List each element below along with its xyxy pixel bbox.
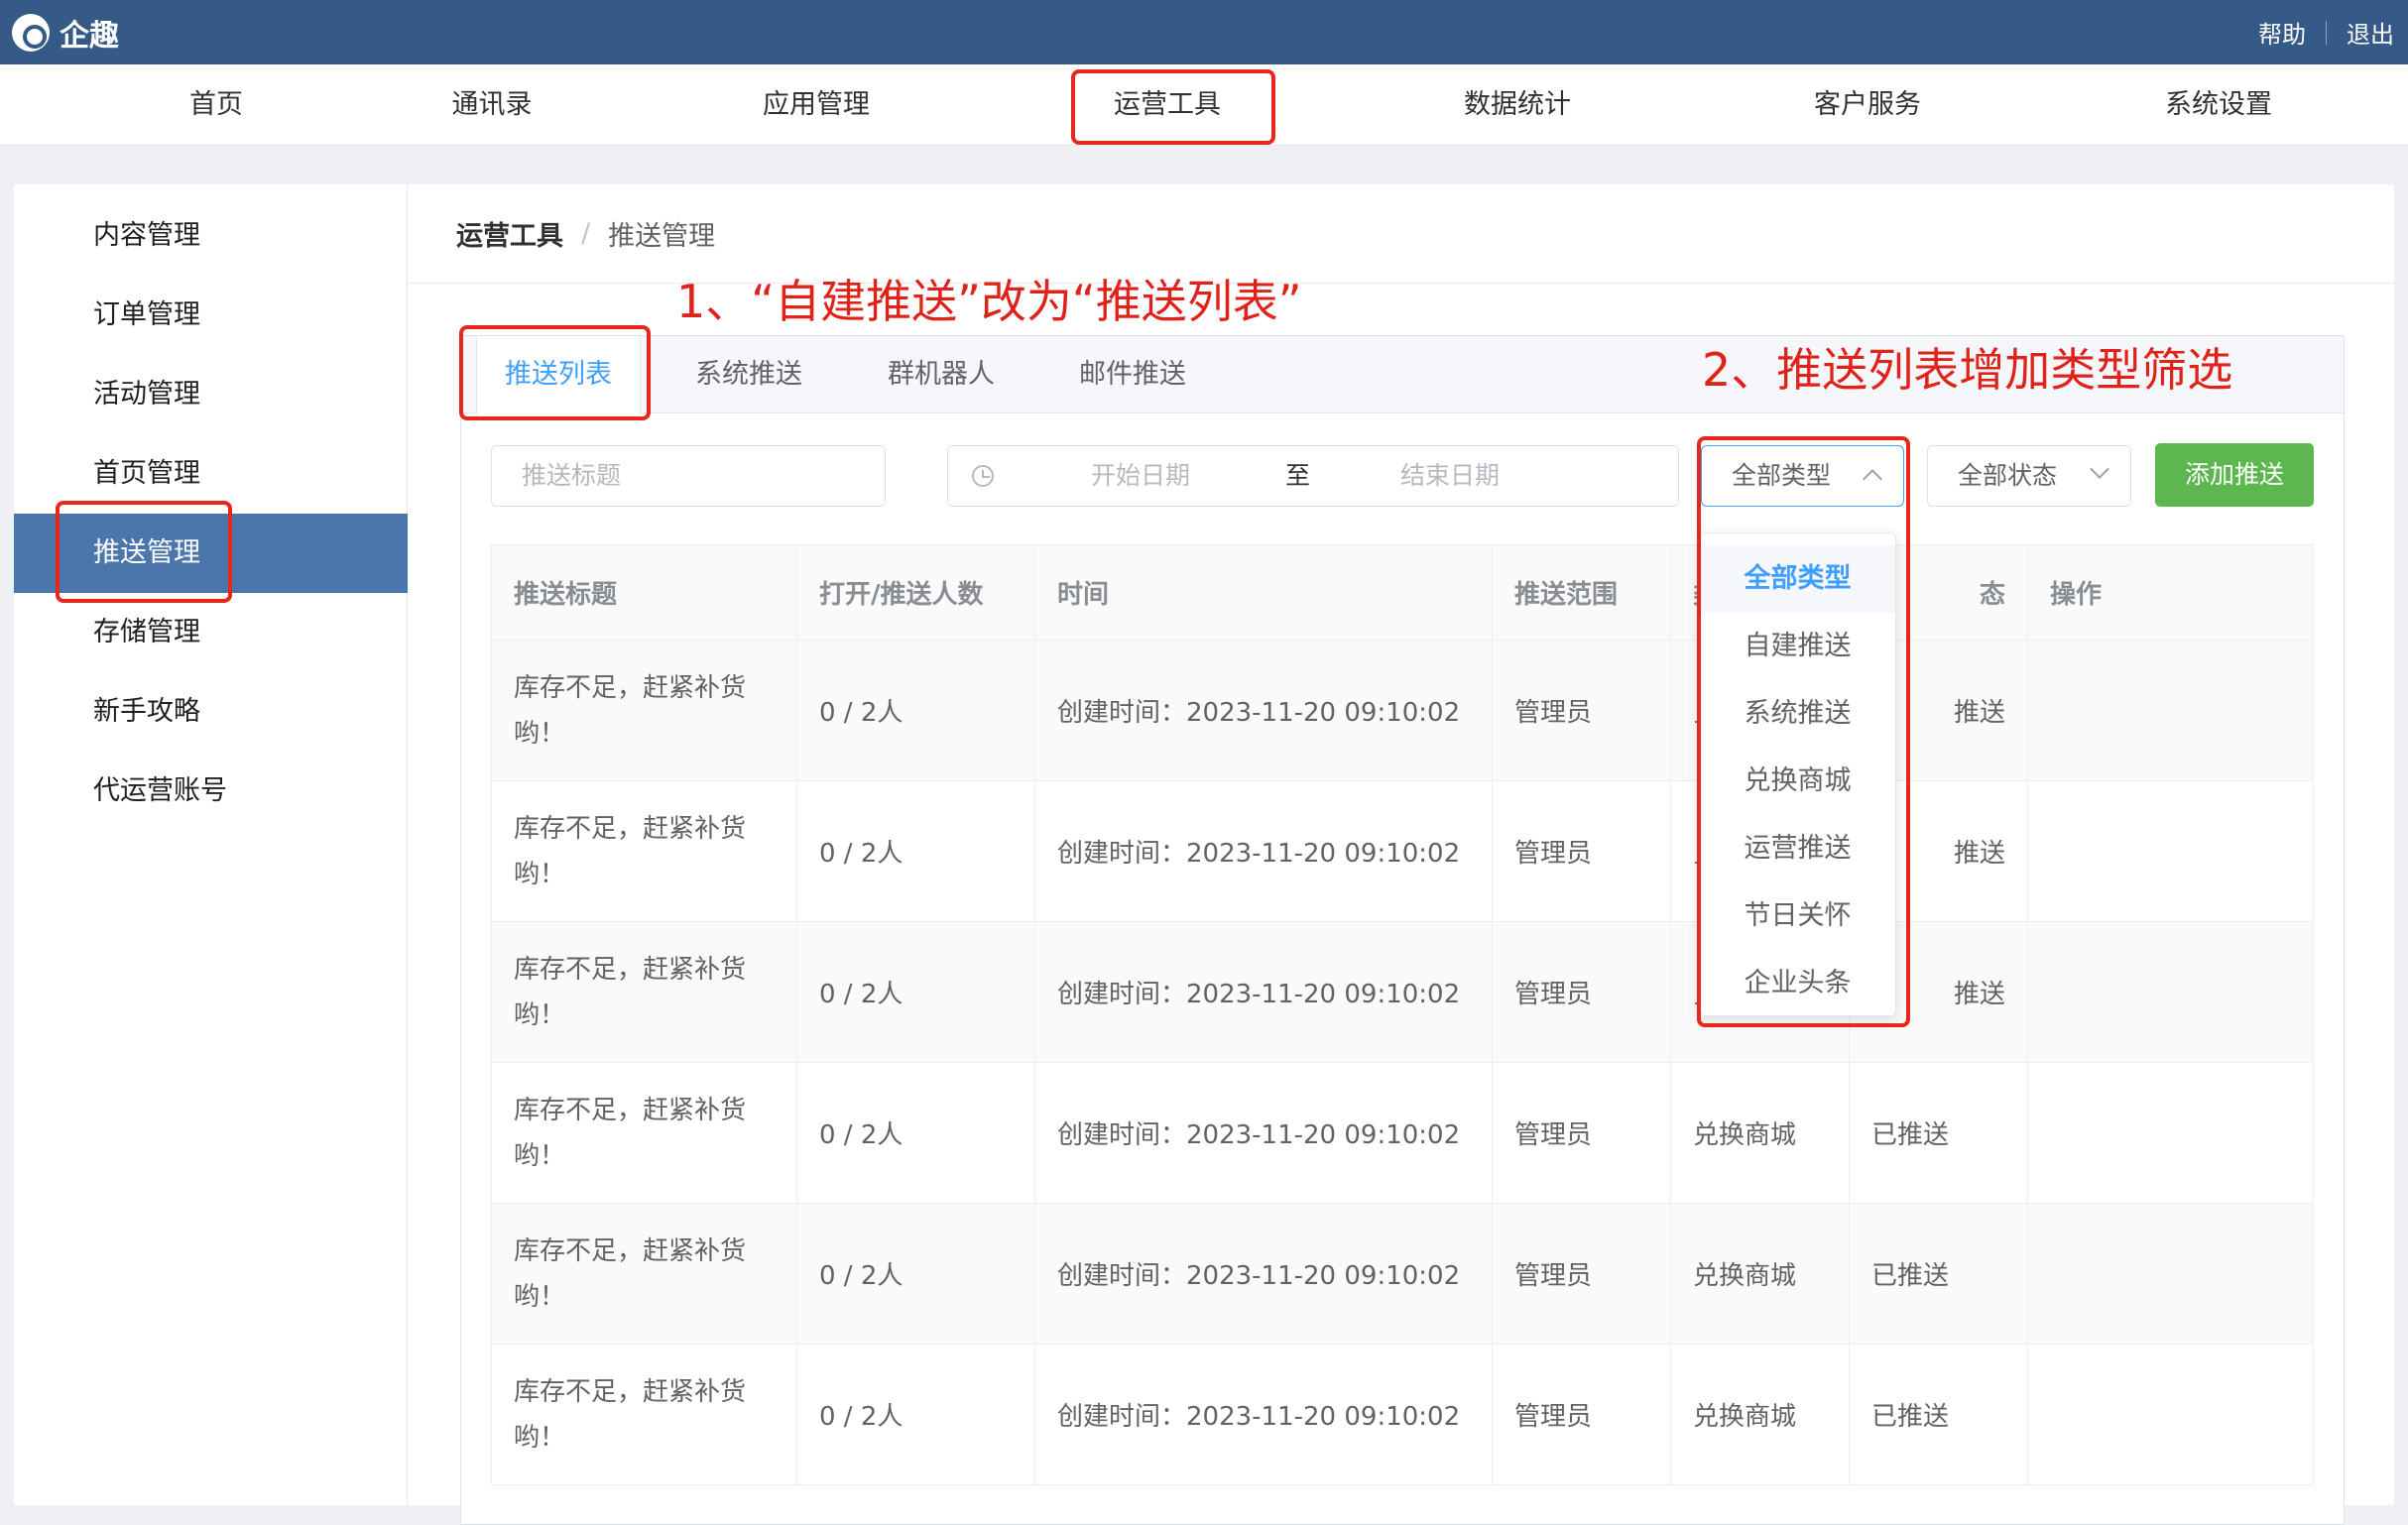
column-header-time: 时间 bbox=[1035, 545, 1493, 640]
cell-time: 创建时间：2023-11-20 09:10:02 bbox=[1035, 1063, 1493, 1203]
chevron-down-icon bbox=[2090, 459, 2109, 479]
nav-system-settings[interactable]: 系统设置 bbox=[2165, 64, 2272, 146]
cell-time: 创建时间：2023-11-20 09:10:02 bbox=[1035, 641, 1493, 780]
status-select[interactable]: 全部状态 bbox=[1927, 445, 2131, 507]
breadcrumb-current: 推送管理 bbox=[608, 221, 716, 252]
cell-title: 库存不足，赶紧补货哟！ bbox=[492, 641, 797, 780]
table-header: 推送标题 打开/推送人数 时间 推送范围 类 态 操作 bbox=[492, 545, 2314, 641]
status-select-value: 全部状态 bbox=[1958, 461, 2058, 490]
cell-status: 已推送 bbox=[1850, 1063, 2028, 1203]
push-title-placeholder: 推送标题 bbox=[522, 461, 622, 490]
cell-actions[interactable] bbox=[2028, 1063, 2314, 1203]
table-row: 库存不足，赶紧补货哟！ 0 / 2人 创建时间：2023-11-20 09:10:0… bbox=[492, 1063, 2314, 1204]
annotation-box-type-filter bbox=[1697, 436, 1910, 1027]
cell-time: 创建时间：2023-11-20 09:10:02 bbox=[1035, 1345, 1493, 1484]
table-row: 库存不足，赶紧补货哟！ 0 / 2人 创建时间：2023-11-20 09:10:0… bbox=[492, 922, 2314, 1063]
cell-title: 库存不足，赶紧补货哟！ bbox=[492, 1345, 797, 1484]
cell-type: 兑换商城 bbox=[1671, 1063, 1850, 1203]
top-links: 帮助 退出 bbox=[2258, 0, 2394, 64]
cell-scope: 管理员 bbox=[1493, 1345, 1671, 1484]
cell-title: 库存不足，赶紧补货哟！ bbox=[492, 1063, 797, 1203]
tab-group-robot[interactable]: 群机器人 bbox=[888, 336, 995, 413]
column-header-title: 推送标题 bbox=[492, 545, 797, 640]
column-header-actions: 操作 bbox=[2028, 545, 2314, 640]
table-row: 库存不足，赶紧补货哟！ 0 / 2人 创建时间：2023-11-20 09:10:0… bbox=[492, 781, 2314, 922]
cell-scope: 管理员 bbox=[1493, 641, 1671, 780]
cell-actions[interactable] bbox=[2028, 1345, 2314, 1484]
top-bar: 企趣 帮助 退出 bbox=[0, 0, 2408, 64]
cell-open-count: 0 / 2人 bbox=[797, 641, 1035, 780]
sidebar-item-storage[interactable]: 存储管理 bbox=[14, 593, 408, 672]
logout-link[interactable]: 退出 bbox=[2347, 15, 2394, 50]
breadcrumb: 运营工具 / 推送管理 bbox=[456, 214, 715, 253]
table-row: 库存不足，赶紧补货哟！ 0 / 2人 创建时间：2023-11-20 09:10:0… bbox=[492, 1345, 2314, 1485]
cell-actions[interactable] bbox=[2028, 922, 2314, 1062]
cell-title: 库存不足，赶紧补货哟！ bbox=[492, 1204, 797, 1344]
sidebar-item-agency-account[interactable]: 代运营账号 bbox=[14, 752, 408, 831]
cell-actions[interactable] bbox=[2028, 641, 2314, 780]
sidebar-item-activities[interactable]: 活动管理 bbox=[14, 355, 408, 434]
cell-scope: 管理员 bbox=[1493, 922, 1671, 1062]
push-table: 推送标题 打开/推送人数 时间 推送范围 类 态 操作 库存不足，赶紧补货哟！0… bbox=[491, 544, 2314, 1485]
sidebar: 内容管理 订单管理 活动管理 首页管理 推送管理 存储管理 新手攻略 代运营账号 bbox=[14, 184, 408, 1505]
push-panel: 推送列表 系统推送 群机器人 邮件推送 推送标题 开始日期 至 结束日期 全部类… bbox=[460, 335, 2345, 1525]
nav-app-management[interactable]: 应用管理 bbox=[763, 64, 870, 146]
logo-icon bbox=[12, 14, 50, 52]
cell-actions[interactable] bbox=[2028, 1204, 2314, 1344]
annotation-note-1: 1、“自建推送”改为“推送列表” bbox=[676, 275, 1302, 328]
cell-type: 兑换商城 bbox=[1671, 1345, 1850, 1484]
app-name: 企趣 bbox=[60, 19, 119, 54]
help-link[interactable]: 帮助 bbox=[2258, 15, 2306, 50]
cell-title: 库存不足，赶紧补货哟！ bbox=[492, 781, 797, 921]
cell-status: 已推送 bbox=[1850, 1345, 2028, 1484]
annotation-box-tab bbox=[459, 325, 651, 420]
annotation-box-sidebar bbox=[56, 501, 232, 603]
tab-email-push[interactable]: 邮件推送 bbox=[1079, 336, 1186, 413]
date-range-separator: 至 bbox=[1285, 461, 1311, 490]
cell-open-count: 0 / 2人 bbox=[797, 922, 1035, 1062]
push-title-input[interactable]: 推送标题 bbox=[491, 445, 886, 507]
sidebar-item-orders[interactable]: 订单管理 bbox=[14, 276, 408, 355]
cell-time: 创建时间：2023-11-20 09:10:02 bbox=[1035, 922, 1493, 1062]
cell-open-count: 0 / 2人 bbox=[797, 1345, 1035, 1484]
nav-home[interactable]: 首页 bbox=[189, 64, 243, 146]
sidebar-item-content[interactable]: 内容管理 bbox=[14, 196, 408, 276]
clock-icon bbox=[972, 465, 994, 487]
cell-scope: 管理员 bbox=[1493, 1063, 1671, 1203]
cell-status: 已推送 bbox=[1850, 1204, 2028, 1344]
end-date-placeholder[interactable]: 结束日期 bbox=[1400, 446, 1500, 506]
cell-open-count: 0 / 2人 bbox=[797, 1204, 1035, 1344]
divider bbox=[2326, 20, 2327, 45]
cell-scope: 管理员 bbox=[1493, 781, 1671, 921]
column-header-scope: 推送范围 bbox=[1493, 545, 1671, 640]
sidebar-item-guide[interactable]: 新手攻略 bbox=[14, 672, 408, 752]
breadcrumb-separator: / bbox=[581, 218, 591, 249]
cell-title: 库存不足，赶紧补货哟！ bbox=[492, 922, 797, 1062]
nav-statistics[interactable]: 数据统计 bbox=[1464, 64, 1571, 146]
add-push-button[interactable]: 添加推送 bbox=[2155, 443, 2314, 507]
table-row: 库存不足，赶紧补货哟！ 0 / 2人 创建时间：2023-11-20 09:10:0… bbox=[492, 1204, 2314, 1345]
start-date-placeholder[interactable]: 开始日期 bbox=[1091, 446, 1190, 506]
cell-actions[interactable] bbox=[2028, 781, 2314, 921]
logo[interactable]: 企趣 bbox=[12, 12, 119, 54]
cell-open-count: 0 / 2人 bbox=[797, 781, 1035, 921]
annotation-box-nav bbox=[1071, 69, 1275, 145]
tab-system-push[interactable]: 系统推送 bbox=[695, 336, 802, 413]
cell-type: 兑换商城 bbox=[1671, 1204, 1850, 1344]
cell-scope: 管理员 bbox=[1493, 1204, 1671, 1344]
nav-contacts[interactable]: 通讯录 bbox=[452, 64, 533, 146]
table-row: 库存不足，赶紧补货哟！ 0 / 2人 创建时间：2023-11-20 09:10:0… bbox=[492, 641, 2314, 781]
nav-customer-service[interactable]: 客户服务 bbox=[1814, 64, 1921, 146]
date-range-picker[interactable]: 开始日期 至 结束日期 bbox=[947, 445, 1679, 507]
cell-time: 创建时间：2023-11-20 09:10:02 bbox=[1035, 781, 1493, 921]
breadcrumb-parent[interactable]: 运营工具 bbox=[456, 214, 563, 253]
cell-time: 创建时间：2023-11-20 09:10:02 bbox=[1035, 1204, 1493, 1344]
column-header-open-count: 打开/推送人数 bbox=[797, 545, 1035, 640]
annotation-note-2: 2、推送列表增加类型筛选 bbox=[1702, 343, 2233, 397]
cell-open-count: 0 / 2人 bbox=[797, 1063, 1035, 1203]
